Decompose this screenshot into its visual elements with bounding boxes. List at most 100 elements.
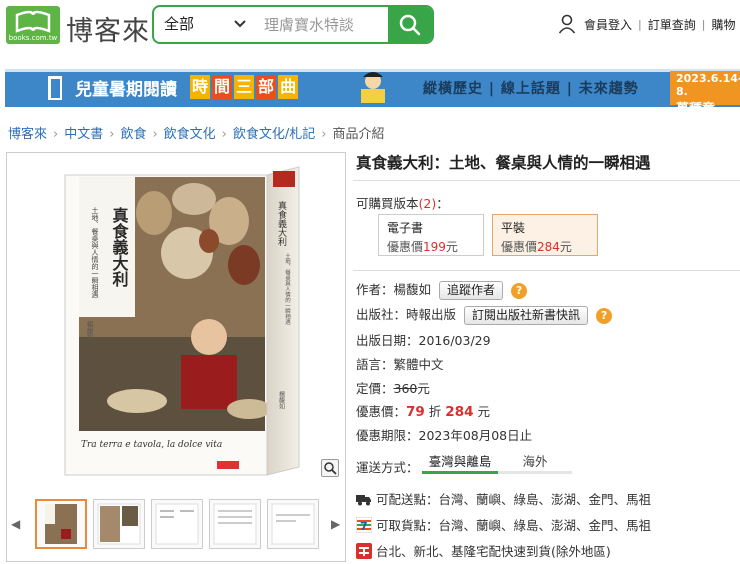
- list-price-row: 定價：360元: [356, 378, 430, 397]
- door-icon: [48, 76, 62, 100]
- zoom-button[interactable]: [321, 459, 339, 477]
- spine-title: 真食義大利: [276, 200, 287, 246]
- search-input[interactable]: [254, 7, 390, 42]
- format-price-unit: 元: [445, 240, 458, 254]
- logo-text[interactable]: 博客來: [66, 9, 150, 48]
- tab-taiwan-islands[interactable]: 臺灣與離島: [422, 452, 498, 474]
- subscribe-publisher-button[interactable]: 訂閱出版社新書快訊: [464, 306, 589, 325]
- thumbnail-4[interactable]: [209, 499, 261, 549]
- divider: [353, 270, 740, 271]
- cover-subtitle: 土地、餐桌與人情的一瞬相遇: [91, 206, 99, 299]
- chevron-down-icon: [234, 20, 246, 28]
- banner-char: 間: [212, 75, 233, 99]
- thumb-page-image: [271, 503, 315, 545]
- pickup-label: 可取貨點：: [376, 518, 439, 533]
- pickup-places: 台灣、蘭嶼、綠島、澎湖、金門、馬祖: [438, 518, 652, 533]
- publisher-row: 出版社：時報出版 訂閱出版社新書快訊?: [356, 304, 613, 325]
- order-query-link[interactable]: 訂單查詢: [648, 16, 696, 33]
- banner-title: 兒童暑期閱讀: [75, 80, 177, 100]
- thumb-cover-image: [45, 504, 77, 544]
- breadcrumb: 博客來 › 中文書 › 飲食 › 飲食文化 › 飲食文化/札記 › 商品介紹: [8, 123, 384, 142]
- thumbnail-1[interactable]: [35, 499, 87, 549]
- format-price: 優惠價284元: [501, 238, 597, 255]
- help-icon[interactable]: ?: [511, 282, 528, 299]
- user-links: 會員登入 | 訂單查詢 | 購物: [558, 14, 735, 34]
- kid-reading-illustration: [361, 72, 385, 103]
- book-cover-image[interactable]: 真食義大利 土地、餐桌與人情的一瞬相遇 楊馥如 Tra terra e tavo…: [59, 161, 301, 483]
- format-price-unit: 元: [559, 240, 572, 254]
- thumb-next-arrow[interactable]: ▶: [331, 517, 340, 531]
- author-name[interactable]: 楊馥如: [394, 282, 432, 297]
- spine-subtitle: 土地、餐桌與人情的一瞬相遇: [284, 252, 291, 326]
- pickup-row: 7 可取貨點： 台灣、蘭嶼、綠島、澎湖、金門、馬祖: [356, 515, 651, 534]
- magnifier-icon: [324, 462, 337, 475]
- format-name: 平裝: [501, 221, 526, 235]
- breadcrumb-item[interactable]: 飲食文化: [164, 127, 216, 142]
- format-price-label: 優惠價: [387, 240, 424, 254]
- thumbnail-strip: ◀ ▶: [7, 493, 347, 551]
- format-price-value: 284: [537, 240, 560, 254]
- cover-caption: Tra terra e tavola, la dolce vita: [81, 440, 222, 450]
- offer-until-row: 優惠期限：2023年08月08日止: [356, 425, 532, 444]
- book-logo-icon: [15, 10, 51, 33]
- thumbnail-5[interactable]: [267, 499, 319, 549]
- availability: 可購買版本(2)：: [356, 193, 449, 212]
- thumb-page-image: [97, 503, 141, 545]
- banner-char: 曲: [278, 75, 299, 99]
- search-icon: [399, 14, 421, 36]
- search-category-select[interactable]: 全部: [154, 7, 254, 42]
- banner-char: 三: [234, 75, 255, 99]
- format-option-ebook[interactable]: 電子書 優惠價199元: [378, 214, 484, 256]
- login-link[interactable]: 會員登入: [584, 16, 632, 33]
- help-icon[interactable]: ?: [596, 307, 613, 324]
- list-price: 360: [393, 381, 418, 396]
- breadcrumb-item[interactable]: 飲食文化/札記: [233, 127, 315, 142]
- site-header: books.com.tw 博客來 全部 會員登入 | 訂單查詢 | 購物: [0, 0, 740, 50]
- thumbnail-2[interactable]: [93, 499, 145, 549]
- banner-date-box: 2023.6.14-8. 萬種童: [670, 71, 740, 107]
- follow-author-button[interactable]: 追蹤作者: [439, 281, 504, 300]
- breadcrumb-separator: ›: [221, 127, 227, 142]
- pub-date-row: 出版日期：2016/03/29: [356, 330, 491, 349]
- convenience-store-icon: 7: [356, 516, 372, 533]
- language-row: 語言：繁體中文: [356, 354, 444, 373]
- language: 繁體中文: [393, 357, 444, 372]
- search-category-value: 全部: [164, 15, 195, 33]
- publisher-name[interactable]: 時報出版: [406, 307, 456, 322]
- offer-until-label: 優惠期限：: [356, 428, 419, 443]
- breadcrumb-separator: ›: [53, 127, 59, 142]
- user-icon: [558, 14, 576, 34]
- delivery-places: 台灣、蘭嶼、綠島、澎湖、金門、馬祖: [438, 492, 652, 507]
- cart-link[interactable]: 購物: [711, 16, 735, 33]
- format-price-label: 優惠價: [501, 240, 538, 254]
- product-image-panel: 真食義大利 土地、餐桌與人情的一瞬相遇 楊馥如 Tra terra e tavo…: [6, 152, 346, 562]
- cover-title: 真食義大利: [110, 206, 130, 288]
- breadcrumb-item[interactable]: 飲食: [120, 127, 146, 142]
- express-row: 台北、新北、基隆宅配快速到貨(除外地區): [356, 541, 611, 560]
- breadcrumb-item[interactable]: 中文書: [64, 127, 103, 142]
- breadcrumb-current: 商品介紹: [332, 127, 385, 142]
- express-delivery-icon: [356, 542, 372, 559]
- pub-date-label: 出版日期：: [356, 333, 419, 348]
- delivery-label: 可配送點：: [376, 492, 439, 507]
- breadcrumb-home[interactable]: 博客來: [8, 127, 47, 142]
- product-title: 真食義大利：土地、餐桌與人情的一瞬相遇: [356, 154, 651, 172]
- language-label: 語言：: [356, 357, 394, 372]
- tab-overseas[interactable]: 海外: [498, 452, 572, 474]
- breadcrumb-separator: ›: [109, 127, 115, 142]
- author-row: 作者：楊馥如 追蹤作者?: [356, 279, 528, 300]
- search-button[interactable]: [388, 7, 432, 42]
- list-price-label: 定價：: [356, 381, 394, 396]
- promo-banner[interactable]: 兒童暑期閱讀 時 間 三 部 曲 縱橫歷史 | 線上話題 | 未來趨勢 2023…: [5, 69, 740, 107]
- spine-author: 楊馥如: [278, 390, 285, 410]
- banner-date: 2023.6.14-8.: [676, 72, 740, 98]
- format-price: 優惠價199元: [387, 238, 483, 255]
- discount-unit: 折: [428, 404, 442, 419]
- svg-text:7: 7: [360, 520, 368, 533]
- thumb-prev-arrow[interactable]: ◀: [11, 517, 20, 531]
- format-option-paperback[interactable]: 平裝 優惠價284元: [492, 214, 598, 256]
- divider: [353, 180, 740, 181]
- truck-icon: [356, 494, 371, 505]
- site-logo[interactable]: books.com.tw: [6, 6, 60, 44]
- thumbnail-3[interactable]: [151, 499, 203, 549]
